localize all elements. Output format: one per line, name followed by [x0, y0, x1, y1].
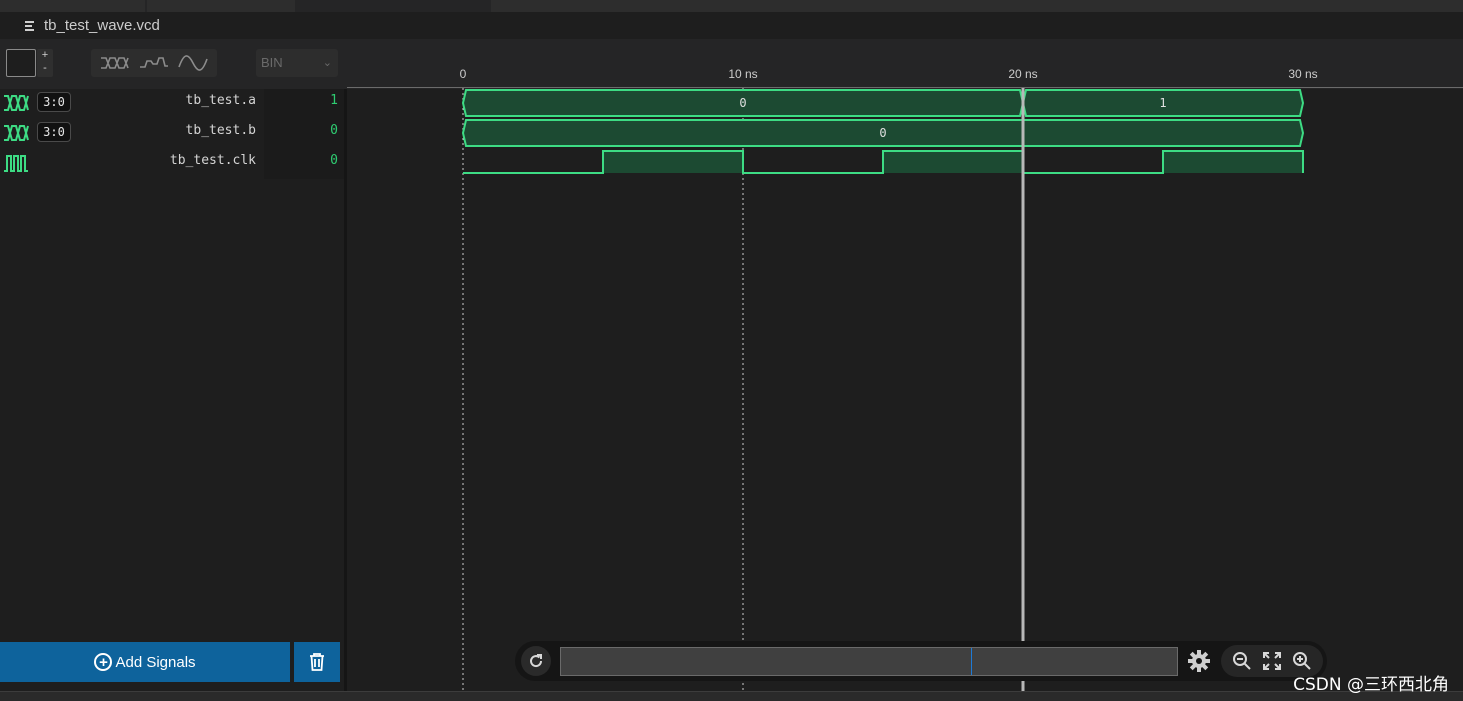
signal-value: 0: [264, 119, 344, 149]
file-lines-icon: [24, 20, 36, 32]
tab-strip-segment: [491, 0, 1463, 12]
reload-button[interactable]: [521, 646, 551, 676]
trash-icon: [310, 653, 324, 671]
watermark: CSDN @三环西北角: [1293, 675, 1449, 695]
signal-name: tb_test.a: [185, 93, 256, 108]
top-tab-strip: [0, 0, 1463, 12]
time-tick-label: 0: [459, 67, 467, 81]
bus-value-label: 0: [739, 96, 746, 110]
bus-value-label: 1: [1159, 96, 1166, 110]
time-tick-label: 30 ns: [1288, 67, 1318, 81]
step-wave-icon[interactable]: [139, 55, 169, 71]
timeline-scrollbar[interactable]: [560, 647, 1178, 676]
tab-file[interactable]: tb_test_wave.vcd: [0, 12, 160, 39]
toolbar: + - BIN ⌄: [0, 39, 1463, 89]
zoom-out-icon[interactable]: [1232, 651, 1252, 671]
signal-row-b[interactable]: 3:0 tb_test.b 0: [0, 119, 344, 149]
zoom-level-box[interactable]: [6, 49, 36, 77]
radix-select[interactable]: BIN ⌄: [256, 49, 338, 77]
bus-value-label: 0: [879, 126, 886, 140]
tab-bar: tb_test_wave.vcd: [0, 12, 1463, 39]
tab-strip-segment: [297, 0, 489, 12]
delete-button[interactable]: [294, 642, 340, 682]
radix-value: BIN: [261, 55, 283, 70]
add-circle-icon: +: [94, 653, 113, 671]
signal-row-clk[interactable]: tb_test.clk 0: [0, 149, 344, 179]
zoom-stepper[interactable]: + -: [37, 49, 53, 77]
signal-width-badge: 3:0: [37, 122, 71, 142]
signal-value: 1: [264, 89, 344, 119]
signal-value: 0: [264, 149, 344, 179]
clock-high-fill: [883, 151, 1023, 173]
time-tick-label: 10 ns: [728, 67, 758, 81]
chevron-down-icon: ⌄: [322, 57, 332, 69]
timeline-cursor-marker: [971, 648, 972, 675]
fit-icon[interactable]: [1262, 651, 1282, 671]
navigation-panel: [515, 641, 1327, 681]
tab-strip-segment: [0, 0, 145, 12]
gear-icon[interactable]: [1187, 649, 1211, 673]
clock-high-fill: [603, 151, 743, 173]
tab-strip-segment: [147, 0, 295, 12]
bus-icon: [4, 125, 29, 141]
zoom-plus-button[interactable]: +: [37, 49, 53, 62]
reload-icon: [530, 654, 543, 668]
signal-name: tb_test.b: [185, 123, 256, 138]
clock-high-fill: [1163, 151, 1303, 173]
zoom-in-icon[interactable]: [1292, 651, 1312, 671]
wave-style-options: [91, 49, 217, 77]
bus-wave-icon[interactable]: [100, 55, 130, 71]
analog-wave-icon[interactable]: [178, 55, 209, 71]
signal-name: tb_test.clk: [169, 153, 256, 168]
waveform-svg: 0 1 0: [461, 88, 1305, 691]
signal-row-a[interactable]: 3:0 tb_test.a 1: [0, 89, 344, 119]
clock-icon: [4, 155, 28, 172]
zoom-minus-button[interactable]: -: [37, 62, 53, 75]
waveform-canvas[interactable]: 0 1 0: [347, 88, 1463, 691]
bus-icon: [4, 95, 29, 111]
add-signals-button[interactable]: + Add Signals: [0, 642, 290, 682]
status-strip: [0, 691, 1463, 701]
signal-width-badge: 3:0: [37, 92, 71, 112]
time-tick-label: 20 ns: [1008, 67, 1038, 81]
tab-title: tb_test_wave.vcd: [44, 17, 160, 34]
add-signals-label: Add Signals: [115, 653, 196, 671]
waveform-viewer: tb_test_wave.vcd + - BIN ⌄ 0 10 ns 20 ns…: [0, 0, 1463, 701]
